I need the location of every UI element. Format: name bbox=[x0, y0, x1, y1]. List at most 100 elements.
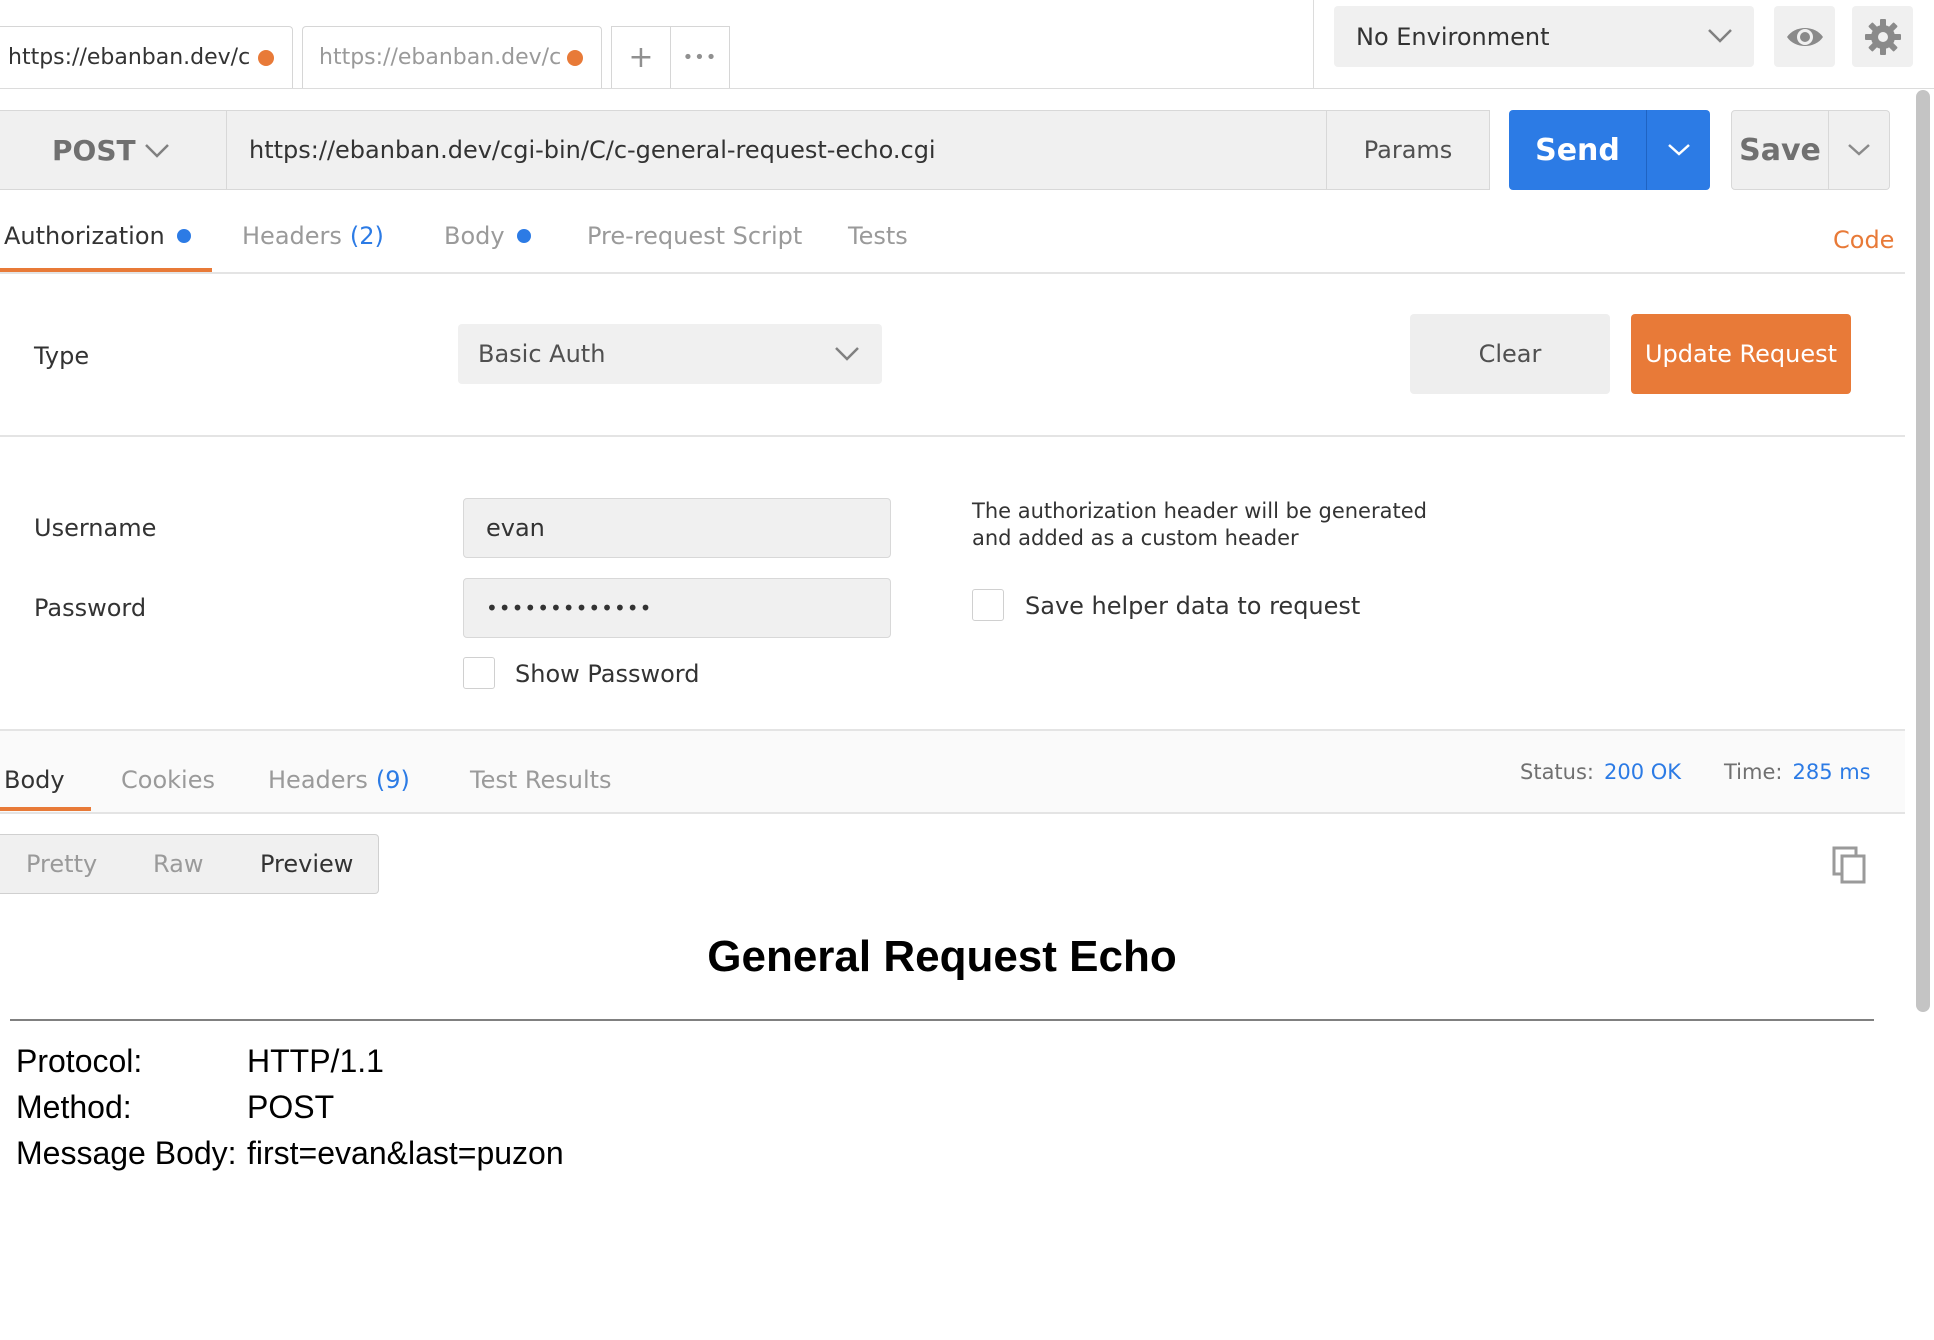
status-value: 200 OK bbox=[1604, 760, 1682, 784]
headers-count: (2) bbox=[349, 222, 384, 250]
headers-count: (9) bbox=[375, 766, 410, 794]
unsaved-dot-icon bbox=[258, 50, 274, 66]
update-request-button[interactable]: Update Request bbox=[1631, 314, 1851, 394]
auth-type-value: Basic Auth bbox=[478, 340, 606, 368]
helper-text: The authorization header will be generat… bbox=[972, 498, 1427, 552]
preview-row: Method: POST bbox=[16, 1089, 334, 1126]
password-input[interactable]: ••••••••••••• bbox=[463, 578, 891, 638]
more-tabs-button[interactable]: ••• bbox=[670, 26, 730, 88]
show-password-checkbox[interactable] bbox=[463, 657, 495, 689]
username-label: Username bbox=[34, 514, 157, 542]
unsaved-dot-icon bbox=[567, 50, 583, 66]
preview-row: Message Body: first=evan&last=puzon bbox=[16, 1135, 564, 1172]
copy-icon[interactable] bbox=[1830, 846, 1870, 886]
auth-type-select[interactable]: Basic Auth bbox=[458, 324, 882, 384]
view-mode-raw[interactable]: Raw bbox=[153, 850, 203, 878]
tab-pre-request-script[interactable]: Pre-request Script bbox=[587, 222, 802, 250]
tab-response-cookies[interactable]: Cookies bbox=[121, 766, 215, 794]
clear-label: Clear bbox=[1478, 340, 1542, 368]
tab-label: Body bbox=[4, 766, 65, 794]
show-password-label: Show Password bbox=[515, 660, 700, 688]
tab-response-body[interactable]: Body bbox=[4, 766, 65, 794]
modified-dot-icon bbox=[176, 229, 191, 243]
tab-headers[interactable]: Headers (2) bbox=[242, 222, 384, 250]
tab-label: Pre-request Script bbox=[587, 222, 803, 250]
request-tab[interactable]: https://ebanban.dev/c bbox=[302, 26, 602, 88]
tab-label: Body bbox=[444, 222, 505, 250]
active-tab-indicator bbox=[0, 268, 212, 272]
scrollbar[interactable] bbox=[1916, 90, 1930, 1012]
environment-quick-look-button[interactable] bbox=[1774, 6, 1835, 67]
save-helper-label: Save helper data to request bbox=[1025, 592, 1361, 620]
update-label: Update Request bbox=[1644, 340, 1838, 368]
url-text: https://ebanban.dev/cgi-bin/C/c-general-… bbox=[249, 136, 936, 164]
preview-row: Protocol: HTTP/1.1 bbox=[16, 1043, 384, 1080]
helper-line: The authorization header will be generat… bbox=[972, 499, 1427, 523]
code-link[interactable]: Code bbox=[1833, 226, 1894, 254]
preview-divider bbox=[10, 1019, 1874, 1021]
clear-button[interactable]: Clear bbox=[1410, 314, 1610, 394]
tab-label: Test Results bbox=[470, 766, 612, 794]
tab-label: Headers bbox=[268, 766, 368, 794]
time-label: Time: bbox=[1724, 760, 1783, 784]
tab-label: Authorization bbox=[4, 222, 165, 250]
username-value: evan bbox=[486, 514, 545, 542]
environment-label: No Environment bbox=[1356, 22, 1550, 51]
preview-title: General Request Echo bbox=[707, 932, 1177, 981]
active-tab-indicator bbox=[0, 807, 91, 811]
view-mode-preview[interactable]: Preview bbox=[260, 850, 353, 878]
settings-button[interactable] bbox=[1852, 6, 1913, 67]
send-options-button[interactable] bbox=[1646, 110, 1710, 190]
params-button[interactable]: Params bbox=[1327, 110, 1490, 190]
preview-key: Message Body: bbox=[16, 1135, 237, 1171]
chevron-down-icon bbox=[835, 347, 859, 361]
send-label: Send bbox=[1535, 132, 1620, 168]
response-time: Time: 285 ms bbox=[1724, 760, 1871, 784]
preview-value: POST bbox=[247, 1089, 335, 1125]
chevron-down-icon bbox=[1667, 144, 1690, 156]
tab-body[interactable]: Body bbox=[444, 222, 531, 250]
preview-key: Method: bbox=[16, 1089, 132, 1125]
request-tab[interactable]: https://ebanban.dev/c bbox=[0, 26, 293, 88]
tab-response-test-results[interactable]: Test Results bbox=[470, 766, 612, 794]
username-input[interactable]: evan bbox=[463, 498, 891, 558]
preview-value: HTTP/1.1 bbox=[247, 1043, 384, 1079]
request-tab-label: https://ebanban.dev/c bbox=[8, 45, 251, 70]
tab-tests[interactable]: Tests bbox=[848, 222, 908, 250]
eye-icon bbox=[1786, 27, 1823, 46]
new-tab-button[interactable]: + bbox=[611, 26, 671, 88]
save-label: Save bbox=[1739, 132, 1821, 168]
chevron-down-icon bbox=[1708, 29, 1732, 43]
tab-response-headers[interactable]: Headers (9) bbox=[268, 766, 410, 794]
save-options-button[interactable] bbox=[1829, 110, 1890, 190]
type-label: Type bbox=[34, 342, 90, 370]
send-button[interactable]: Send bbox=[1509, 110, 1646, 190]
tab-authorization[interactable]: Authorization bbox=[4, 222, 191, 250]
gear-icon bbox=[1864, 18, 1901, 55]
plus-icon: + bbox=[628, 40, 654, 75]
method-label: POST bbox=[52, 133, 136, 167]
chevron-down-icon bbox=[1848, 144, 1870, 156]
params-label: Params bbox=[1363, 136, 1453, 164]
save-button[interactable]: Save bbox=[1731, 110, 1829, 190]
request-tab-label: https://ebanban.dev/c bbox=[319, 45, 562, 70]
preview-key: Protocol: bbox=[16, 1043, 143, 1079]
method-select[interactable]: POST bbox=[0, 110, 227, 190]
password-value: ••••••••••••• bbox=[486, 596, 653, 620]
environment-select[interactable]: No Environment bbox=[1334, 6, 1754, 67]
save-helper-checkbox[interactable] bbox=[972, 589, 1004, 621]
password-label: Password bbox=[34, 594, 147, 622]
response-status: Status: 200 OK bbox=[1520, 760, 1681, 784]
preview-value: first=evan&last=puzon bbox=[247, 1135, 564, 1171]
time-value: 285 ms bbox=[1792, 760, 1871, 784]
view-mode-pretty[interactable]: Pretty bbox=[26, 850, 97, 878]
divider bbox=[1313, 0, 1314, 89]
status-label: Status: bbox=[1520, 760, 1594, 784]
tab-label: Headers bbox=[242, 222, 342, 250]
tab-label: Cookies bbox=[121, 766, 215, 794]
modified-dot-icon bbox=[516, 229, 531, 243]
tab-label: Tests bbox=[848, 222, 908, 250]
url-input[interactable]: https://ebanban.dev/cgi-bin/C/c-general-… bbox=[227, 110, 1327, 190]
more-icon: ••• bbox=[682, 47, 718, 68]
divider bbox=[0, 435, 1905, 437]
